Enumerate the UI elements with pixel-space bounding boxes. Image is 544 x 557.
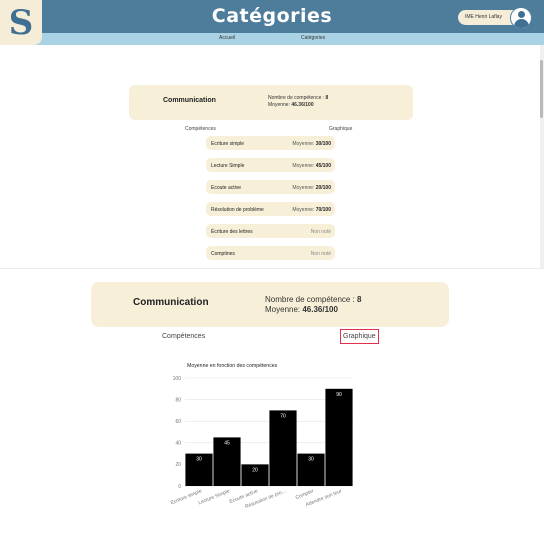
skill-score: Non noté	[310, 228, 331, 235]
skill-name: Résolution de problème	[211, 206, 264, 213]
bar-value-label: 45	[224, 440, 230, 446]
count-value: 8	[357, 295, 362, 304]
skill-score-value: 30/100	[315, 140, 331, 147]
bar	[325, 388, 353, 486]
skill-row[interactable]: Écriture des lettres Non noté	[206, 224, 335, 238]
category-stats: Nombre de compétence : 8 Moyenne: 46.36/…	[268, 95, 328, 109]
skill-score-label: Moyenne:	[292, 140, 316, 147]
bar-value-label: 30	[196, 457, 202, 463]
skill-name: Écriture des lettres	[211, 228, 253, 235]
category-card-large: Communication Nombre de compétence : 8 M…	[91, 282, 449, 327]
category-stats: Nombre de compétence : 8 Moyenne: 46.36/…	[265, 295, 362, 315]
user-avatar-icon[interactable]	[510, 7, 532, 29]
y-tick-label: 0	[178, 484, 181, 490]
category-name: Communication	[163, 97, 216, 104]
skill-name: Ecoute active	[211, 184, 242, 191]
skill-name: Ecriture simple	[211, 140, 245, 147]
avg-value: 46.36/100	[302, 305, 338, 314]
skill-row[interactable]: Comptines Non noté	[206, 246, 335, 260]
nav-link-categories[interactable]: Catégories	[301, 35, 325, 41]
skill-score-value: 45/100	[315, 162, 331, 169]
category-name: Communication	[133, 297, 209, 308]
skill-score-label: Moyenne:	[292, 162, 316, 169]
skill-score-value: 70/100	[315, 206, 331, 213]
y-tick-label: 60	[175, 419, 181, 425]
skill-score-label: Moyenne:	[292, 206, 316, 213]
avg-value: 46.36/100	[291, 102, 314, 108]
section-divider	[0, 268, 544, 269]
count-label: Nombre de compétence :	[268, 95, 326, 101]
scrollbar-thumb[interactable]	[540, 60, 543, 118]
tab-competences-large[interactable]: Compétences	[162, 333, 205, 340]
nav-link-home[interactable]: Accueil	[219, 35, 235, 41]
tab-competences[interactable]: Compétences	[185, 126, 216, 132]
category-card: Communication Nombre de compétence : 8 M…	[129, 85, 413, 120]
y-tick-label: 40	[175, 441, 181, 447]
skill-row[interactable]: Résolution de problème Moyenne: 70/100	[206, 202, 335, 216]
skill-row[interactable]: Ecoute active Moyenne: 20/100	[206, 180, 335, 194]
count-label: Nombre de compétence :	[265, 295, 358, 304]
y-tick-label: 100	[173, 376, 182, 382]
skill-row[interactable]: Lecture Simple Moyenne: 45/100	[206, 158, 335, 172]
bar-value-label: 20	[252, 467, 258, 473]
chart-title: Moyenne en fonction des compétences	[187, 363, 278, 369]
y-tick-label: 20	[175, 462, 181, 468]
skill-score: Moyenne: 20/100	[292, 185, 331, 191]
skill-name: Comptines	[211, 250, 235, 257]
nav-bar	[0, 33, 544, 45]
skill-score: Moyenne: 70/100	[292, 207, 331, 213]
avg-label: Moyenne:	[265, 305, 303, 314]
skill-score: Moyenne: 45/100	[292, 163, 331, 169]
skill-name: Lecture Simple	[211, 162, 245, 169]
bar-value-label: 70	[280, 413, 286, 419]
bar-value-label: 90	[336, 392, 342, 398]
bar	[269, 410, 297, 486]
skill-score-value: 20/100	[315, 184, 331, 191]
skill-score: Moyenne: 30/100	[292, 141, 331, 147]
tab-graph-large[interactable]: Graphique	[340, 329, 379, 344]
bar-value-label: 30	[308, 457, 314, 463]
count-value: 8	[325, 95, 329, 101]
skill-row[interactable]: Ecriture simple Moyenne: 30/100	[206, 136, 335, 150]
skill-score-label: Moyenne:	[292, 184, 316, 191]
competence-bar-chart: Moyenne en fonction des compétences 0 20 40…	[150, 355, 370, 525]
avg-label: Moyenne:	[268, 102, 292, 108]
x-tick-label: Lecture Simple	[198, 488, 231, 506]
skill-score: Non noté	[310, 250, 331, 257]
tab-graph[interactable]: Graphique	[329, 126, 352, 132]
y-tick-label: 80	[175, 397, 181, 403]
